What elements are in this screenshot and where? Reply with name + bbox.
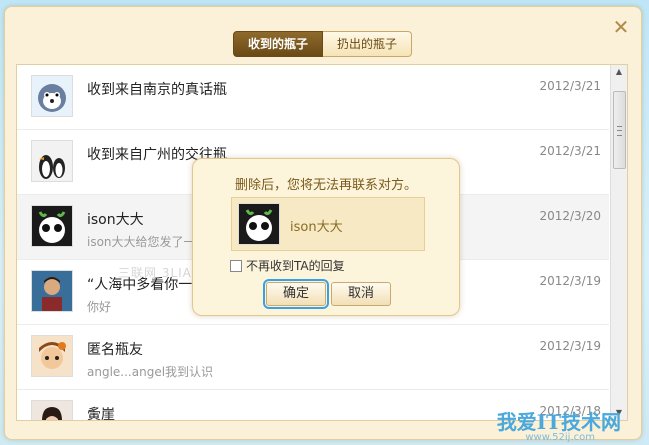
close-icon[interactable]: ✕ <box>611 17 631 37</box>
item-subtitle: 你好 <box>87 300 112 314</box>
no-reply-checkbox[interactable] <box>230 259 242 272</box>
cancel-button[interactable]: 取消 <box>331 282 391 306</box>
brand-url: www.52ij.com <box>525 432 595 443</box>
dialog-user-card: ison大大 <box>231 197 425 251</box>
list-item[interactable]: 匿名瓶友 angle...angel我到认识 2012/3/19 <box>17 325 609 390</box>
item-title: ison大大 <box>87 212 144 228</box>
scroll-up-icon[interactable]: ▲ <box>611 65 627 79</box>
raccoon-avatar-icon <box>31 75 73 117</box>
penguin-avatar-icon <box>31 140 73 182</box>
item-title: 匿名瓶友 <box>87 342 143 358</box>
item-subtitle: angle...angel我到认识 <box>87 365 214 379</box>
list-scrollbar[interactable]: ▲ ▼ <box>610 65 627 420</box>
tab-received[interactable]: 收到的瓶子 <box>233 31 324 57</box>
item-date: 2012/3/21 <box>539 79 601 93</box>
confirm-button[interactable]: 确定 <box>263 279 329 309</box>
no-reply-checkbox-row[interactable]: 不再收到TA的回复 <box>230 257 345 274</box>
item-date: 2012/3/19 <box>539 274 601 288</box>
item-subtitle: ison大大给您发了一 <box>87 235 196 249</box>
grip-icon <box>617 126 622 136</box>
delete-confirm-dialog: 删除后，您将无法再联系对方。 ison大大 不再收到TA的回复 确定 取消 <box>192 158 460 316</box>
tab-bar: 收到的瓶子 扔出的瓶子 <box>233 31 413 57</box>
list-item[interactable]: 收到来自南京的真话瓶 2012/3/21 <box>17 65 609 130</box>
item-date: 2012/3/20 <box>539 209 601 223</box>
no-reply-label: 不再收到TA的回复 <box>246 259 345 273</box>
dialog-message: 删除后，您将无法再联系对方。 <box>234 178 417 193</box>
panda-avatar-icon <box>238 203 280 245</box>
scroll-thumb[interactable] <box>613 91 626 169</box>
item-date: 2012/3/21 <box>539 144 601 158</box>
item-title: 夤崖 <box>87 407 115 421</box>
item-title: 收到来自南京的真话瓶 <box>87 82 227 98</box>
dialog-user-name: ison大大 <box>290 220 343 235</box>
cartoon-avatar-icon <box>31 335 73 377</box>
woman-avatar-icon <box>31 400 73 420</box>
item-date: 2012/3/19 <box>539 339 601 353</box>
man-avatar-icon <box>31 270 73 312</box>
brand-logo: 我爱IT技术网 <box>496 410 621 434</box>
tab-thrown[interactable]: 扔出的瓶子 <box>323 31 413 57</box>
panda-avatar-icon <box>31 205 73 247</box>
